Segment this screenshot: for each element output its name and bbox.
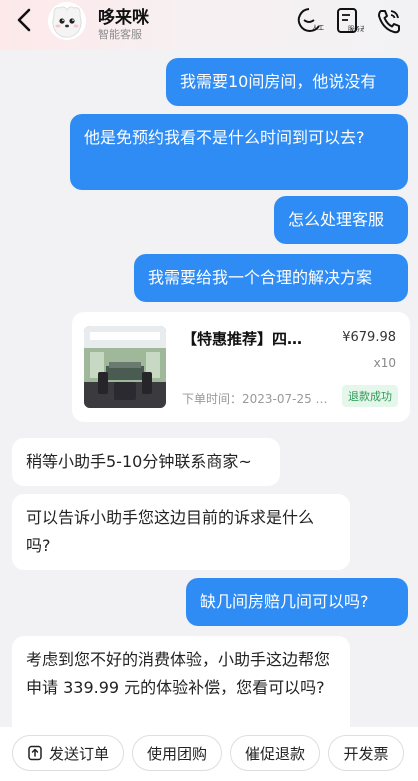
send-order-icon: [28, 745, 42, 761]
service-progress-label: 服务进度: [348, 25, 364, 33]
order-card[interactable]: 【特惠推荐】四… ¥679.98 x10 下单时间：2023-07-25 … 退…: [72, 312, 410, 422]
message-bubble[interactable]: 我需要给我一个合理的解决方案: [134, 254, 408, 302]
issue-invoice-label: 开发票: [343, 744, 389, 763]
message-bubble[interactable]: 可以告诉小助手您这边目前的诉求是什么吗?: [12, 494, 350, 570]
page-title: 哆来咪: [98, 8, 149, 28]
order-status-badge: 退款成功: [342, 385, 398, 407]
chat-area[interactable]: 我需要10间房间，他说没有 他是免预约我看不是什么时间到可以去? 怎么处理客服 …: [0, 50, 418, 740]
phone-icon[interactable]: [374, 6, 404, 36]
message-bubble[interactable]: 他是免预约我看不是什么时间到可以去?: [70, 114, 408, 190]
issue-invoice-button[interactable]: 开发票: [328, 735, 404, 771]
back-arrow-icon[interactable]: [12, 6, 38, 34]
order-name: 【特惠推荐】四…: [182, 330, 303, 348]
service-progress-icon[interactable]: 服务进度: [334, 6, 372, 36]
urge-refund-button[interactable]: 催促退款: [230, 735, 320, 771]
human-service-label: 人工客服: [312, 24, 324, 32]
order-thumbnail: [84, 326, 166, 408]
message-bubble[interactable]: 考虑到您不好的消费体验，小助手这边帮您申请 339.99 元的体验补偿，您看可以…: [12, 636, 350, 740]
use-group-buy-button[interactable]: 使用团购: [132, 735, 222, 771]
use-group-buy-label: 使用团购: [146, 744, 207, 763]
human-service-icon[interactable]: 人工客服: [294, 6, 336, 36]
order-time: 下单时间：2023-07-25 …: [182, 392, 328, 406]
send-order-label: 发送订单: [48, 744, 109, 763]
avatar[interactable]: [48, 2, 86, 40]
send-order-button[interactable]: 发送订单: [12, 735, 124, 771]
message-bubble[interactable]: 怎么处理客服: [274, 196, 408, 244]
quick-action-bar: 发送订单 使用团购 催促退款 开发票: [0, 727, 418, 781]
message-bubble[interactable]: 缺几间房赔几间可以吗?: [186, 578, 408, 626]
message-bubble[interactable]: 稍等小助手5-10分钟联系商家~: [12, 438, 280, 486]
message-bubble[interactable]: 我需要10间房间，他说没有: [166, 58, 408, 106]
page-subtitle: 智能客服: [98, 28, 142, 41]
urge-refund-label: 催促退款: [244, 744, 305, 763]
order-quantity: x10: [373, 356, 396, 370]
order-price: ¥679.98: [342, 330, 396, 345]
chat-header: 哆来咪 智能客服 人工客服 服务进度: [0, 0, 418, 50]
